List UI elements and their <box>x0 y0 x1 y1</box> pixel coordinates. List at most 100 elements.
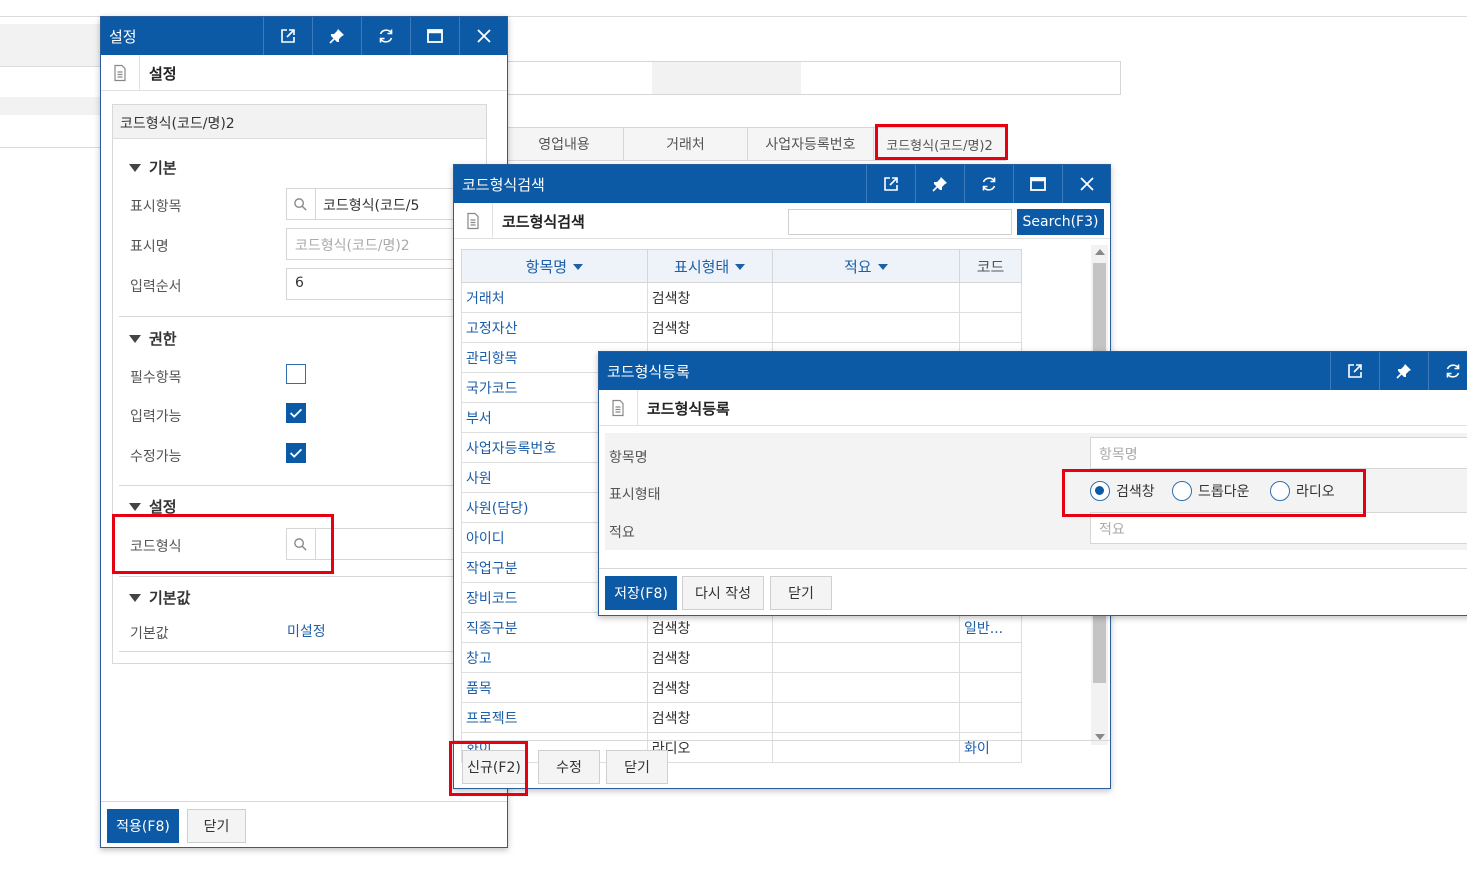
pin-button[interactable] <box>312 17 361 55</box>
search-input[interactable] <box>788 209 1012 235</box>
table-row[interactable]: 품목 검색창 <box>461 672 1022 703</box>
display-name-label: 표시명 <box>130 239 169 255</box>
reset-button[interactable]: 다시 작성 <box>682 576 764 610</box>
cell-desc <box>771 642 961 673</box>
maximize-icon <box>427 29 443 43</box>
cell-desc <box>771 732 961 763</box>
cell-item-name: 프로젝트 <box>461 702 648 733</box>
refresh-button[interactable] <box>1428 352 1467 390</box>
save-button[interactable]: 저장(F8) <box>605 576 677 610</box>
table-row[interactable]: 직종구분 검색창 일반... <box>461 612 1022 643</box>
popout-button[interactable] <box>1330 352 1379 390</box>
refresh-icon <box>982 177 996 191</box>
cell-desc <box>771 672 961 703</box>
bg-panel <box>0 24 110 66</box>
table-row[interactable]: 프로젝트 검색창 <box>461 702 1022 733</box>
cell-desc <box>771 702 961 733</box>
search-button[interactable]: Search(F3) <box>1017 209 1104 235</box>
search-titlebar: 코드형식검색 <box>454 165 1110 203</box>
table-row[interactable]: 창고 검색창 <box>461 642 1022 673</box>
column-header[interactable]: 항목명 <box>461 249 648 283</box>
cell-desc <box>771 312 961 343</box>
item-name-field[interactable]: 항목명 <box>1090 437 1467 469</box>
edit-allowed-checkbox[interactable] <box>286 443 306 463</box>
cell-item-name: 품목 <box>461 672 648 703</box>
close-icon <box>477 29 491 43</box>
input-allowed-label: 입력가능 <box>130 409 182 425</box>
section-caption-bar: 코드형식(코드/명)2 <box>113 105 486 139</box>
maximize-icon <box>1030 177 1046 191</box>
cell-display-type: 검색창 <box>646 282 773 313</box>
subheader-title: 설정 <box>149 65 177 83</box>
search-icon <box>294 197 307 211</box>
column-header[interactable]: 코드 <box>959 249 1022 283</box>
refresh-button[interactable] <box>361 17 410 55</box>
collapse-icon <box>129 593 141 602</box>
input-allowed-checkbox[interactable] <box>286 403 306 423</box>
column-header[interactable]: 적요 <box>771 249 961 283</box>
collapse-icon <box>129 502 141 511</box>
window-title: 코드형식검색 <box>462 176 545 194</box>
cell-display-type: 검색창 <box>646 612 773 643</box>
cell-code <box>959 672 1022 703</box>
settings-subheader: 설정 <box>101 55 507 91</box>
cell-code <box>959 282 1022 313</box>
window-title: 코드형식등록 <box>607 363 690 381</box>
bg-filter-row <box>505 61 1121 95</box>
cell-item-name: 거래처 <box>461 282 648 313</box>
document-icon <box>114 64 126 82</box>
scroll-up-icon[interactable] <box>1095 249 1105 255</box>
maximize-button[interactable] <box>1013 165 1062 203</box>
footer-divider <box>599 568 1467 569</box>
pin-icon <box>932 177 947 192</box>
edit-button[interactable]: 수정 <box>538 750 600 784</box>
cell-desc <box>771 612 961 643</box>
pin-button[interactable] <box>915 165 964 203</box>
close-icon <box>1080 177 1094 191</box>
pin-icon <box>1396 364 1411 379</box>
section-caption: 코드형식(코드/명)2 <box>120 116 235 132</box>
close-dialog-button[interactable]: 닫기 <box>187 809 246 843</box>
subheader-title: 코드형식등록 <box>647 400 730 418</box>
cell-code <box>959 642 1022 673</box>
sort-icon <box>735 264 746 270</box>
pin-button[interactable] <box>1379 352 1428 390</box>
document-icon <box>612 399 624 417</box>
popout-button[interactable] <box>263 17 312 55</box>
settings-panel: 코드형식(코드/명)2 기본 표시항목 코드형식(코드/5 표시명 코드형식(코… <box>112 104 487 664</box>
apply-button[interactable]: 적용(F8) <box>107 809 179 843</box>
close-dialog-button[interactable]: 닫기 <box>606 750 668 784</box>
section-permission-header[interactable]: 권한 <box>129 328 177 349</box>
highlight-box <box>449 741 528 796</box>
default-value-link[interactable]: 미설정 <box>287 621 326 641</box>
bg-filter-cell <box>652 62 801 94</box>
column-header[interactable]: 표시형태 <box>646 249 773 283</box>
section-default-header[interactable]: 기본값 <box>129 587 190 608</box>
search-button[interactable] <box>286 188 316 220</box>
subheader-title: 코드형식검색 <box>502 213 585 231</box>
popout-icon <box>281 29 295 43</box>
refresh-button[interactable] <box>964 165 1013 203</box>
divider <box>119 485 486 486</box>
divider <box>119 576 486 577</box>
item-name-label: 항목명 <box>609 450 648 466</box>
close-button[interactable] <box>1062 165 1110 203</box>
sort-icon <box>877 264 888 270</box>
section-basic-header[interactable]: 기본 <box>129 157 177 178</box>
table-header-row: 항목명 표시형태 적요 코드 <box>461 249 1022 283</box>
popout-button[interactable] <box>866 165 915 203</box>
maximize-button[interactable] <box>410 17 459 55</box>
register-subheader: 코드형식등록 <box>599 390 1467 426</box>
close-dialog-button[interactable]: 닫기 <box>770 576 832 610</box>
table-row[interactable]: 고정자산 검색창 <box>461 312 1022 343</box>
search-subheader: 코드형식검색 Search(F3) <box>454 203 1110 239</box>
input-order-label: 입력순서 <box>130 279 182 295</box>
table-row[interactable]: 거래처 검색창 <box>461 282 1022 313</box>
required-checkbox[interactable] <box>286 364 306 384</box>
bg-divider <box>0 147 110 148</box>
cell-desc <box>771 282 961 313</box>
highlight-box <box>112 514 334 574</box>
close-button[interactable] <box>459 17 507 55</box>
pin-icon <box>329 29 344 44</box>
desc-label: 적요 <box>609 525 635 541</box>
